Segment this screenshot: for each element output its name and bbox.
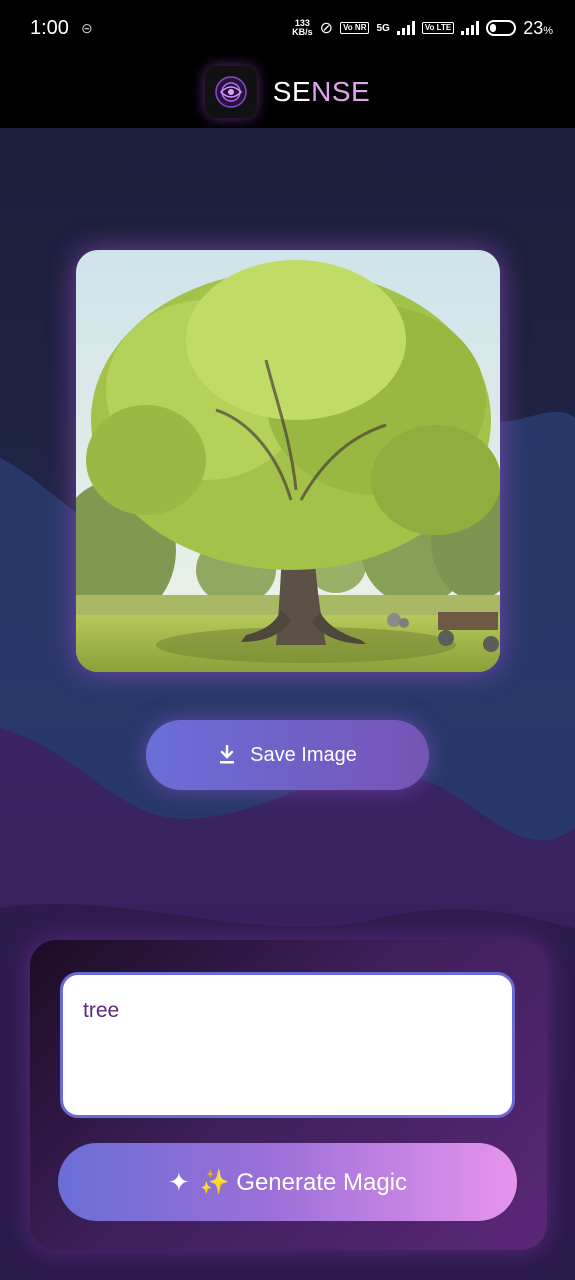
battery-percent: 23%: [523, 17, 553, 38]
generated-image[interactable]: [76, 250, 500, 672]
generate-magic-label: ✨ Generate Magic: [199, 1168, 408, 1196]
signal-icon-2: [461, 21, 480, 35]
status-bar: 1:00 ⊝ 133 KB/s ⊘ Vo NR 5G Vo LTE 23%: [0, 0, 575, 56]
tree-image: [76, 250, 500, 672]
prompt-panel: tree ✦ ✨ Generate Magic: [30, 940, 547, 1250]
link-icon: ⊝: [80, 19, 93, 36]
hotspot-icon: ⊘: [319, 20, 334, 37]
network-speed: 133 KB/s: [292, 18, 313, 37]
save-image-button[interactable]: Save Image: [146, 720, 429, 790]
status-icons: 133 KB/s ⊘ Vo NR 5G Vo LTE 23%: [292, 18, 553, 39]
save-image-label: Save Image: [250, 743, 357, 766]
sparkles-icon: ✦: [167, 1166, 190, 1197]
signal-icon: [396, 21, 415, 35]
app-logo: [204, 66, 257, 118]
volte-icon: Vo NR: [340, 22, 370, 34]
volte-lte-icon: Vo LTE: [421, 22, 455, 34]
network-type: 5G: [376, 22, 390, 34]
app-title: SENSE: [272, 76, 371, 107]
generate-magic-button[interactable]: ✦ ✨ Generate Magic: [58, 1143, 517, 1221]
app-header: SENSE: [0, 56, 575, 128]
download-icon: [220, 745, 235, 764]
status-time: 1:00: [30, 16, 69, 39]
battery-icon: [486, 20, 517, 36]
prompt-input[interactable]: tree: [60, 972, 515, 1118]
